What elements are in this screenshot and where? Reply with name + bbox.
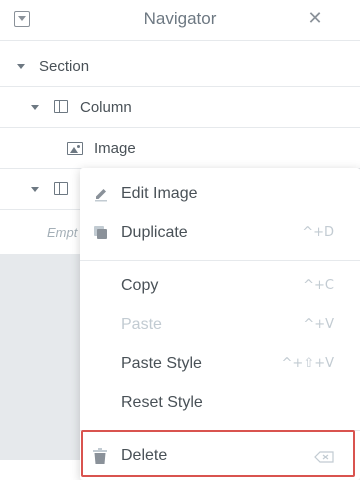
- menu-item-copy[interactable]: Copy ^+C: [80, 267, 360, 306]
- tree-item-section[interactable]: Section: [0, 46, 360, 87]
- menu-item-shortcut: ^+D: [302, 225, 334, 240]
- close-icon[interactable]: ✕: [305, 8, 325, 28]
- tree-item-image[interactable]: Image: [0, 128, 360, 169]
- column-icon: [54, 100, 68, 113]
- duplicate-icon: [94, 226, 107, 239]
- caret-down-icon[interactable]: [31, 187, 39, 192]
- empty-text: Empt: [47, 225, 78, 240]
- menu-item-label: Paste: [121, 316, 162, 333]
- pencil-icon: [95, 189, 107, 202]
- caret-down-icon[interactable]: [17, 64, 25, 69]
- menu-item-label: Duplicate: [121, 224, 188, 241]
- menu-item-shortcut: ^+⇧+V: [281, 356, 334, 371]
- menu-item-paste-style[interactable]: Paste Style ^+⇧+V: [80, 345, 360, 384]
- backspace-icon: [314, 451, 334, 463]
- tree-item-column[interactable]: Column: [0, 87, 360, 128]
- menu-item-paste: Paste ^+V: [80, 306, 360, 345]
- trash-icon: [93, 448, 107, 464]
- caret-down-icon[interactable]: [31, 105, 39, 110]
- navigator-header: Navigator ✕: [0, 0, 360, 41]
- menu-item-label: Reset Style: [121, 394, 203, 411]
- column-icon: [54, 182, 68, 195]
- menu-item-shortcut: ^+V: [303, 317, 334, 332]
- image-icon: [67, 142, 83, 155]
- menu-item-label: Paste Style: [121, 355, 202, 372]
- menu-item-label: Copy: [121, 277, 159, 294]
- menu-divider: [80, 260, 360, 261]
- context-menu: Edit Image Duplicate ^+D Copy ^+C Paste …: [80, 168, 360, 480]
- menu-item-duplicate[interactable]: Duplicate ^+D: [80, 214, 360, 253]
- menu-item-shortcut: ^+C: [303, 278, 334, 293]
- tree-item-label: Column: [80, 99, 132, 116]
- tree-item-label: Section: [39, 58, 90, 75]
- menu-item-edit-image[interactable]: Edit Image: [80, 175, 360, 214]
- menu-item-delete[interactable]: Delete: [80, 437, 360, 476]
- menu-item-label: Delete: [121, 447, 168, 464]
- menu-item-reset-style[interactable]: Reset Style: [80, 384, 360, 423]
- menu-divider: [80, 430, 360, 431]
- menu-item-label: Edit Image: [121, 185, 198, 202]
- tree-item-label: Image: [94, 140, 136, 157]
